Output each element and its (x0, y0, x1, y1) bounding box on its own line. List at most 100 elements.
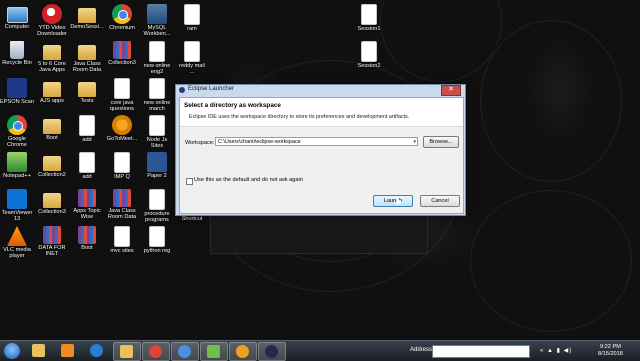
close-button[interactable]: ✕ (441, 85, 461, 96)
desktop-icon-label: reddy mail ... (179, 63, 205, 76)
desktop-icon[interactable]: VLC media player (0, 226, 34, 260)
desktop-icon[interactable]: AJS apps (35, 78, 69, 104)
desktop-icon[interactable]: DATA FOR INET (35, 226, 69, 258)
workspace-label: Workspace: (185, 140, 215, 146)
desktop-icon[interactable]: Boot (70, 226, 104, 251)
chrome-icon (7, 115, 27, 135)
taskbar-folder-button[interactable] (113, 342, 141, 361)
desktop-icon[interactable]: Boot (35, 115, 69, 141)
desktop-icon[interactable]: Collection3 (105, 41, 139, 66)
mysql-icon (147, 4, 167, 24)
desktop-icon-label: Computer (4, 24, 30, 30)
desktop-icon[interactable]: Chromium (105, 4, 139, 31)
address-label: Address (410, 347, 433, 353)
header-title: Select a directory as workspace (184, 102, 281, 109)
doc-icon (149, 78, 165, 99)
taskbar-media-button[interactable] (55, 342, 81, 359)
desktop-icon-label: Chromium (109, 25, 135, 31)
workspace-combobox[interactable]: C:\Users\chanti\eclipse-workspace ▾ (215, 137, 418, 146)
taskbar-chromium-button[interactable] (171, 342, 199, 361)
clock[interactable]: 9:22 PM 8/15/2018 (598, 344, 623, 358)
desktop-icon[interactable]: Google Chrome (0, 115, 34, 149)
desktop-icon[interactable]: python reg (140, 226, 174, 254)
explorer-icon (32, 344, 45, 357)
desktop-icon[interactable]: 5 to 6 Core Java Apps (35, 41, 69, 74)
taskbar-notepad-button[interactable] (200, 342, 228, 361)
doc-icon (184, 4, 200, 25)
bin-icon (10, 41, 24, 59)
taskbar-gotomeeting-button[interactable] (229, 342, 257, 361)
folder-icon (78, 8, 96, 23)
desktop-icon[interactable]: reddy mail ... (175, 41, 209, 76)
desktop-icon[interactable]: Java Class Room Data (70, 41, 104, 74)
taskbar-ie-button[interactable] (84, 342, 110, 359)
desktop-icon[interactable]: MySQL Workben... (140, 4, 174, 38)
media-icon (61, 344, 74, 357)
desktop-icon-label: Paper 2 (147, 173, 167, 179)
address-input[interactable] (432, 345, 530, 358)
desktop-icon[interactable]: Java Class Room Data (105, 189, 139, 221)
desktop-icon[interactable]: Apps Topic Wise (70, 189, 104, 221)
desktop-icon-label: Notepad++ (3, 173, 31, 179)
desktop-icon-label: add (82, 174, 92, 180)
desktop-icon[interactable]: Paper 2 (140, 152, 174, 179)
desktop-icon-label: GoToMeet... (106, 136, 138, 142)
desktop-icon[interactable]: DemoSessi... (70, 4, 104, 30)
title-bar[interactable]: Eclipse Launcher ✕ (176, 85, 465, 96)
desktop-icon[interactable]: Tests (70, 78, 104, 104)
desktop-icon[interactable]: add (70, 152, 104, 180)
desktop-icon[interactable]: IMP Q (105, 152, 139, 180)
pc-icon (6, 7, 28, 23)
taskbar-explorer-button[interactable] (26, 342, 52, 359)
system-tray[interactable]: « ▲ ▮ ◀) (540, 347, 572, 354)
chevron-down-icon[interactable]: ▾ (413, 138, 416, 147)
desktop-icon[interactable]: Notepad++ (0, 152, 34, 179)
desktop-icon-label: new online eng2 (143, 63, 171, 76)
desktop-icon[interactable]: Computer (0, 4, 34, 30)
default-checkbox[interactable] (186, 178, 193, 185)
desktop-icon-label: YTD Video Downloader (37, 25, 67, 38)
doc-icon (361, 4, 377, 25)
launch-button[interactable]: Launch (373, 195, 413, 207)
desktop-icon[interactable]: ram (175, 4, 209, 32)
desktop-icon[interactable]: GoToMeet... (105, 115, 139, 142)
folder-icon (43, 45, 61, 60)
eclipse-launcher-dialog: Eclipse Launcher ✕ Select a directory as… (175, 84, 466, 216)
desktop-icon-label: mvc sites (110, 248, 134, 254)
desktop-icon[interactable]: Collection2 (35, 152, 69, 178)
desktop-icon[interactable]: add (70, 115, 104, 143)
taskbar-eclipse-button[interactable] (258, 342, 286, 361)
desktop-icon[interactable]: Session2 (352, 41, 386, 69)
chrome-icon (149, 345, 162, 358)
start-button[interactable] (4, 343, 20, 359)
desktop-icon[interactable]: Recycle Bin (0, 41, 34, 66)
desktop-icon[interactable]: procedure programs (140, 189, 174, 224)
background-window (210, 212, 428, 254)
desktop-icon[interactable]: core java questions (105, 78, 139, 113)
desktop-icon[interactable]: EPSON Scan (0, 78, 34, 105)
doc-icon (361, 41, 377, 62)
cancel-button[interactable]: Cancel (420, 195, 460, 207)
clock-time: 9:22 PM (600, 344, 621, 350)
dialog-header: Select a directory as workspace Eclipse … (180, 98, 463, 127)
desktop-icon[interactable]: new online eng2 (140, 41, 174, 76)
folder-icon (78, 82, 96, 97)
desktop-icon[interactable]: YTD Video Downloader (35, 4, 69, 38)
desktop-icon[interactable]: Collection3 (35, 189, 69, 215)
clock-date: 8/15/2018 (598, 351, 623, 357)
desktop-icon[interactable]: Session1 (352, 4, 386, 32)
desktop-icon[interactable]: new online march (140, 78, 174, 113)
browse-button[interactable]: Browse... (423, 136, 459, 148)
desktop-icon-label: Apps Topic Wise (73, 208, 101, 221)
desktop-icon[interactable]: Node Js Sites (140, 115, 174, 150)
dialog-body: Select a directory as workspace Eclipse … (179, 97, 464, 214)
taskbar-chrome-button[interactable] (142, 342, 170, 361)
default-checkbox-label[interactable]: Use this as the default and do not ask a… (194, 177, 303, 183)
desktop-icon-label: core java questions (110, 100, 134, 113)
desktop-icon-label: ram (187, 26, 197, 32)
doc-icon (149, 189, 165, 210)
desktop-icon-label: new online march (143, 100, 171, 113)
desktop-icon[interactable]: mvc sites (105, 226, 139, 254)
desktop-icon[interactable]: TeamViewer 13 (0, 189, 34, 223)
tv-icon (7, 189, 27, 209)
